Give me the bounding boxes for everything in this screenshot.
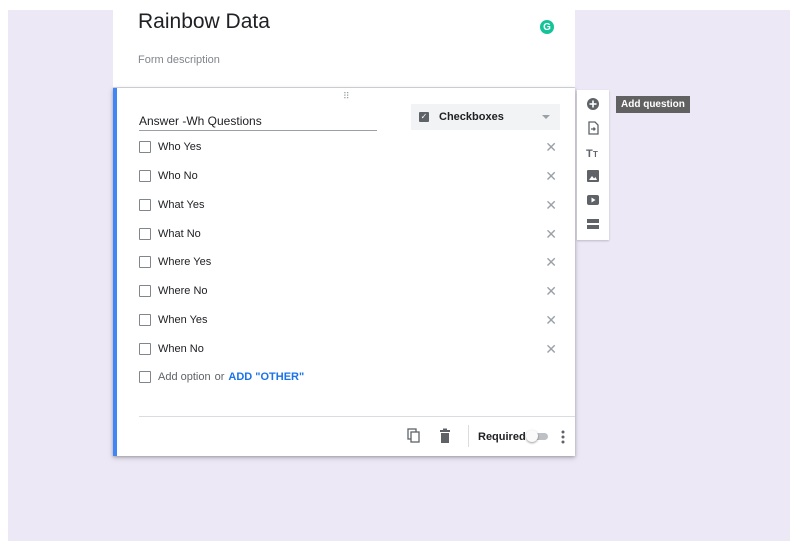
- required-toggle[interactable]: [526, 430, 548, 442]
- title-card: Rainbow Data Form description G: [113, 10, 575, 88]
- required-label: Required: [478, 431, 526, 443]
- option-row: When No ✕: [139, 340, 557, 358]
- form-title[interactable]: Rainbow Data: [138, 10, 270, 34]
- option-row: Who No ✕: [139, 167, 557, 185]
- add-question-tooltip: Add question: [616, 96, 690, 113]
- add-circle-icon[interactable]: [585, 96, 601, 112]
- footer-divider: [139, 416, 575, 417]
- option-label[interactable]: Where Yes: [158, 256, 211, 268]
- checkbox-icon: [139, 371, 151, 383]
- checkbox-icon: [139, 170, 151, 182]
- checkbox-icon: [139, 141, 151, 153]
- image-icon[interactable]: [585, 168, 601, 184]
- dropdown-arrow-icon: [542, 115, 550, 119]
- add-option-row: Add option or ADD "OTHER": [139, 368, 557, 386]
- svg-text:T: T: [586, 148, 593, 159]
- option-row: What No ✕: [139, 225, 557, 243]
- close-icon[interactable]: ✕: [545, 225, 557, 243]
- option-label[interactable]: Where No: [158, 285, 208, 297]
- close-icon[interactable]: ✕: [545, 196, 557, 214]
- option-row: What Yes ✕: [139, 196, 557, 214]
- option-row: Where No ✕: [139, 282, 557, 300]
- close-icon[interactable]: ✕: [545, 138, 557, 156]
- trash-icon[interactable]: [438, 428, 452, 444]
- option-row: When Yes ✕: [139, 311, 557, 329]
- option-label[interactable]: When Yes: [158, 314, 208, 326]
- option-label[interactable]: Who No: [158, 170, 198, 182]
- import-questions-icon[interactable]: [585, 120, 601, 136]
- more-vert-icon[interactable]: [561, 430, 565, 444]
- option-row: Where Yes ✕: [139, 253, 557, 271]
- option-label[interactable]: What No: [158, 228, 201, 240]
- question-type-dropdown[interactable]: ✓ Checkboxes: [411, 104, 560, 130]
- svg-text:T: T: [593, 150, 598, 159]
- side-toolbar: T T: [577, 90, 609, 240]
- checkbox-icon: [139, 343, 151, 355]
- question-title-input[interactable]: Answer -Wh Questions: [139, 115, 377, 131]
- grammarly-icon[interactable]: G: [540, 20, 554, 34]
- option-label[interactable]: What Yes: [158, 199, 204, 211]
- question-footer: Required: [139, 425, 575, 449]
- section-icon[interactable]: [585, 216, 601, 232]
- checkbox-icon: [139, 314, 151, 326]
- or-text: or: [214, 371, 225, 383]
- close-icon[interactable]: ✕: [545, 311, 557, 329]
- close-icon[interactable]: ✕: [545, 282, 557, 300]
- close-icon[interactable]: ✕: [545, 253, 557, 271]
- question-type-label: Checkboxes: [439, 111, 504, 123]
- option-label[interactable]: When No: [158, 343, 204, 355]
- toggle-thumb: [526, 430, 538, 442]
- checkbox-icon: ✓: [419, 112, 429, 122]
- form-description-field[interactable]: Form description: [138, 54, 220, 66]
- form-canvas: Rainbow Data Form description G ⠿ Answer…: [8, 10, 790, 541]
- video-icon[interactable]: [585, 192, 601, 208]
- option-label[interactable]: Who Yes: [158, 141, 201, 153]
- copy-icon[interactable]: [407, 428, 421, 444]
- question-card[interactable]: ⠿ Answer -Wh Questions ✓ Checkboxes Who …: [113, 88, 575, 456]
- add-option-button[interactable]: Add option: [158, 371, 211, 383]
- close-icon[interactable]: ✕: [545, 167, 557, 185]
- drag-handle-icon[interactable]: ⠿: [343, 91, 351, 102]
- option-row: Who Yes ✕: [139, 138, 557, 156]
- footer-separator: [468, 425, 469, 447]
- checkbox-icon: [139, 228, 151, 240]
- title-text-icon[interactable]: T T: [585, 144, 601, 160]
- checkbox-icon: [139, 256, 151, 268]
- add-other-link[interactable]: ADD "OTHER": [228, 371, 304, 383]
- close-icon[interactable]: ✕: [545, 340, 557, 358]
- checkbox-icon: [139, 285, 151, 297]
- checkbox-icon: [139, 199, 151, 211]
